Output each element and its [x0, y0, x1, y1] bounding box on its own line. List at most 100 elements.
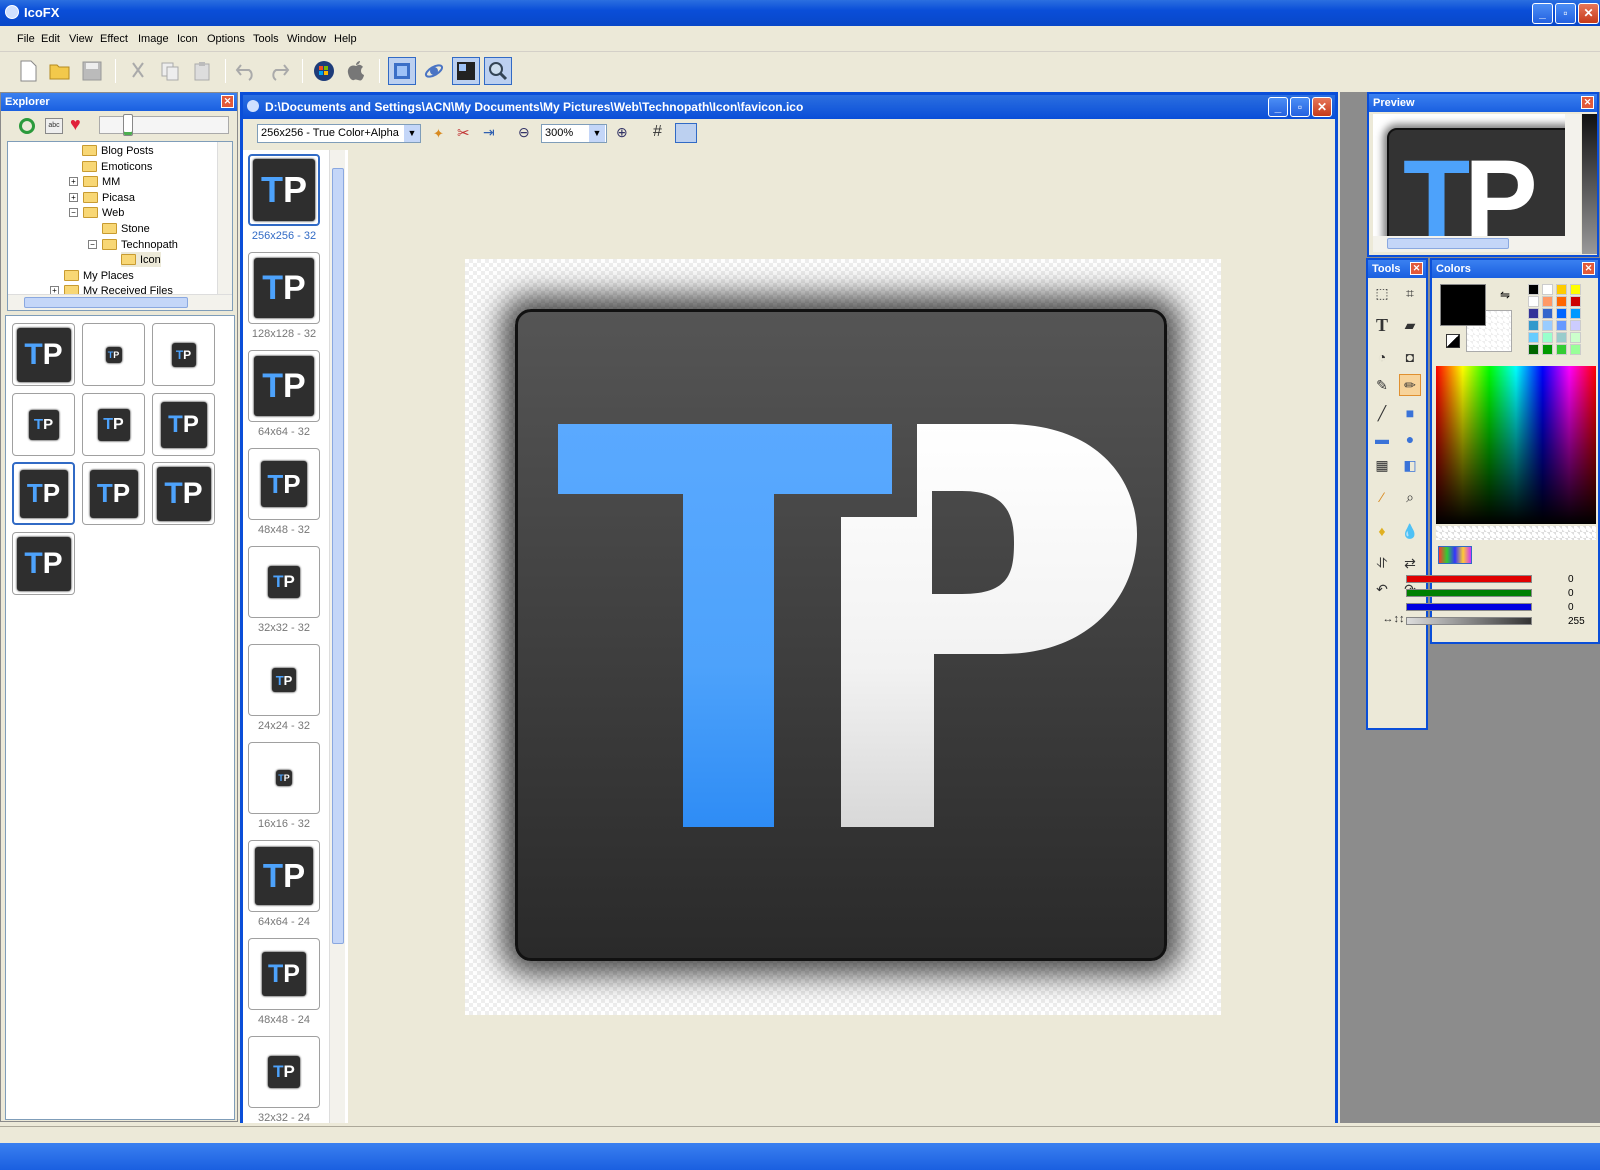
- menu-effect[interactable]: Effect: [100, 33, 128, 45]
- windows-icon-mode-button[interactable]: [388, 57, 416, 85]
- menu-view[interactable]: View: [69, 33, 93, 45]
- palette-swatch[interactable]: [1528, 284, 1539, 295]
- redo-icon[interactable]: [265, 57, 293, 85]
- tree-item-technopath[interactable]: − Technopath: [88, 237, 178, 252]
- format-item[interactable]: TP 16x16 - 32: [248, 742, 320, 830]
- palette-swatch[interactable]: [1556, 320, 1567, 331]
- view-mode-button[interactable]: [675, 123, 697, 143]
- gradient-icon[interactable]: ◧: [1399, 454, 1421, 476]
- format-item[interactable]: TP 32x32 - 24: [248, 1036, 320, 1124]
- spray-can-icon[interactable]: ◘: [1399, 346, 1421, 368]
- palette-swatch[interactable]: [1528, 308, 1539, 319]
- menu-tools[interactable]: Tools: [253, 33, 279, 45]
- tree-item-picasa[interactable]: + Picasa: [69, 190, 135, 205]
- undo-tool-icon[interactable]: ↶: [1371, 578, 1393, 600]
- slider-handle[interactable]: [123, 114, 133, 136]
- text-tool-icon[interactable]: T: [1371, 314, 1393, 336]
- zoom-mode-button[interactable]: [484, 57, 512, 85]
- menu-edit[interactable]: Edit: [41, 33, 60, 45]
- palette-swatch[interactable]: [1542, 320, 1553, 331]
- scroll-thumb[interactable]: [1387, 238, 1509, 249]
- collapse-icon[interactable]: −: [69, 208, 78, 217]
- preview-horizontal-scrollbar[interactable]: [1373, 236, 1581, 252]
- eraser-icon[interactable]: ▰: [1399, 314, 1421, 336]
- pencil-icon[interactable]: ✏: [1399, 374, 1421, 396]
- menu-options[interactable]: Options: [207, 33, 245, 45]
- zoom-out-icon[interactable]: ⊖: [518, 124, 530, 141]
- red-slider[interactable]: [1406, 575, 1532, 583]
- palette-swatch[interactable]: [1542, 332, 1553, 343]
- tree-horizontal-scrollbar[interactable]: [8, 294, 232, 310]
- favorite-heart-icon[interactable]: ♥: [70, 114, 81, 135]
- format-item[interactable]: TP 48x48 - 32: [248, 448, 320, 536]
- menu-icon[interactable]: Icon: [177, 33, 198, 45]
- tree-item-stone[interactable]: Stone: [102, 221, 150, 236]
- delete-format-icon[interactable]: ✂: [457, 124, 470, 142]
- palette-swatch[interactable]: [1556, 296, 1567, 307]
- ellipse-icon[interactable]: ●: [1399, 428, 1421, 450]
- tree-vertical-scrollbar[interactable]: [217, 142, 232, 294]
- palette-swatch[interactable]: [1556, 344, 1567, 355]
- add-format-icon[interactable]: ✦: [433, 126, 444, 142]
- maximize-button[interactable]: ▫: [1555, 3, 1576, 24]
- rename-icon[interactable]: abc: [45, 118, 63, 134]
- palette-swatch[interactable]: [1570, 332, 1581, 343]
- colors-close-icon[interactable]: ✕: [1582, 262, 1595, 275]
- cut-icon[interactable]: [124, 57, 152, 85]
- satellite-icon[interactable]: [420, 57, 448, 85]
- palette-swatch[interactable]: [1528, 332, 1539, 343]
- doc-minimize-button[interactable]: _: [1268, 97, 1288, 117]
- tree-item-blog-posts[interactable]: Blog Posts: [82, 143, 154, 158]
- brush-icon[interactable]: ✎: [1371, 374, 1393, 396]
- line-icon[interactable]: ╱: [1371, 402, 1393, 424]
- zoom-tool-icon[interactable]: ⌕: [1399, 486, 1421, 508]
- collapse-icon[interactable]: −: [88, 240, 97, 249]
- palette-swatch[interactable]: [1570, 320, 1581, 331]
- zoom-select[interactable]: 300% ▼: [541, 124, 607, 143]
- format-item[interactable]: TP 24x24 - 32: [248, 644, 320, 732]
- refresh-icon[interactable]: [19, 118, 35, 134]
- format-select[interactable]: 256x256 - True Color+Alpha ▼: [257, 124, 421, 143]
- thumbnail-item[interactable]: TP: [12, 393, 75, 456]
- grid-icon[interactable]: #: [653, 123, 662, 141]
- minimize-button[interactable]: _: [1532, 3, 1553, 24]
- thumbnail-item[interactable]: TP: [82, 462, 145, 525]
- expand-icon[interactable]: +: [69, 177, 78, 186]
- palette-swatch[interactable]: [1556, 284, 1567, 295]
- format-list-scrollbar[interactable]: [329, 150, 345, 1123]
- preview-vertical-scrollbar[interactable]: [1565, 114, 1581, 236]
- thumbnail-item[interactable]: TP: [82, 393, 145, 456]
- color-mode-icon[interactable]: [1438, 546, 1472, 564]
- swap-colors-icon[interactable]: ⇋: [1500, 288, 1510, 302]
- apple-icon[interactable]: [342, 57, 370, 85]
- new-file-icon[interactable]: [14, 57, 42, 85]
- rectangle-icon[interactable]: ■: [1399, 402, 1421, 424]
- thumbnail-item[interactable]: TP: [152, 462, 215, 525]
- palette-swatch[interactable]: [1556, 308, 1567, 319]
- reset-colors-icon[interactable]: [1446, 334, 1460, 348]
- palette-swatch[interactable]: [1542, 308, 1553, 319]
- tree-item-emoticons[interactable]: Emoticons: [82, 159, 152, 174]
- expand-icon[interactable]: +: [69, 193, 78, 202]
- format-item[interactable]: TP 128x128 - 32: [248, 252, 320, 340]
- thumbnail-item[interactable]: TP: [82, 323, 145, 386]
- format-item[interactable]: TP 64x64 - 32: [248, 350, 320, 438]
- thumbnail-item[interactable]: TP: [152, 393, 215, 456]
- format-item[interactable]: TP 64x64 - 24: [248, 840, 320, 928]
- format-item-selected[interactable]: TP 256x256 - 32: [248, 154, 320, 242]
- format-item[interactable]: TP 32x32 - 32: [248, 546, 320, 634]
- color-spectrum[interactable]: [1436, 366, 1596, 524]
- tree-item-web[interactable]: − Web: [69, 205, 124, 220]
- image-mode-button[interactable]: [452, 57, 480, 85]
- chevron-down-icon[interactable]: ▼: [589, 125, 605, 142]
- alpha-slider[interactable]: [1406, 617, 1532, 625]
- alpha-strip[interactable]: [1436, 526, 1596, 540]
- palette-swatch[interactable]: [1528, 344, 1539, 355]
- palette-swatch[interactable]: [1570, 344, 1581, 355]
- palette-swatch[interactable]: [1528, 296, 1539, 307]
- color-picker-icon[interactable]: ⁄: [1371, 486, 1393, 508]
- palette-swatch[interactable]: [1556, 332, 1567, 343]
- green-slider[interactable]: [1406, 589, 1532, 597]
- scroll-thumb[interactable]: [332, 168, 344, 944]
- menu-image[interactable]: Image: [138, 33, 169, 45]
